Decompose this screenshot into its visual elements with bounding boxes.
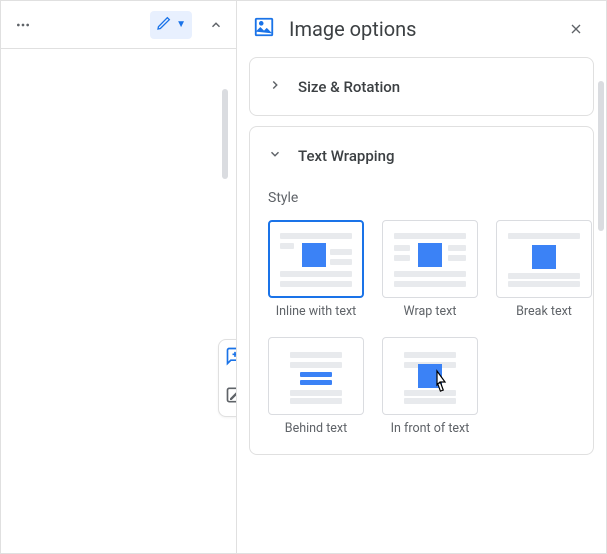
caret-down-icon: ▼	[176, 19, 186, 30]
document-canvas[interactable]	[1, 49, 236, 553]
image-options-panel: Image options Size & Rotation Text Wrapp…	[236, 1, 606, 553]
section-text-wrapping-header[interactable]: Text Wrapping	[250, 127, 593, 184]
wrap-thumb-front	[382, 337, 478, 415]
wrap-option-behind[interactable]: Behind text	[268, 337, 364, 436]
section-label: Text Wrapping	[298, 147, 394, 165]
chevron-down-icon	[268, 145, 282, 166]
pencil-icon	[156, 15, 172, 35]
panel-header: Image options	[237, 1, 606, 57]
section-size-rotation[interactable]: Size & Rotation	[249, 57, 594, 116]
section-text-wrapping: Text Wrapping Style	[249, 126, 594, 455]
wrap-option-break[interactable]: Break text	[496, 220, 592, 319]
wrap-option-label: Behind text	[285, 421, 347, 436]
more-icon[interactable]	[9, 11, 37, 39]
panel-scrollbar[interactable]	[598, 81, 604, 231]
wrap-option-label: Wrap text	[404, 304, 457, 319]
chevron-right-icon	[268, 76, 282, 97]
wrap-thumb-behind	[268, 337, 364, 415]
toolbar: ▼	[1, 1, 236, 49]
wrap-thumb-wrap	[382, 220, 478, 298]
wrap-option-label: Inline with text	[276, 304, 357, 319]
wrap-option-label: Break text	[516, 304, 572, 319]
section-label: Size & Rotation	[298, 78, 400, 96]
image-icon	[253, 16, 275, 42]
scrollbar[interactable]	[222, 89, 228, 179]
collapse-toolbar-button[interactable]	[200, 9, 232, 41]
style-heading: Style	[268, 190, 575, 206]
wrap-option-front[interactable]: In front of text	[382, 337, 478, 436]
wrap-thumb-inline	[268, 220, 364, 298]
wrap-option-wrap[interactable]: Wrap text	[382, 220, 478, 319]
panel-sections: Size & Rotation Text Wrapping Style	[237, 57, 606, 477]
wrap-style-grid: Inline with text	[268, 220, 575, 436]
wrap-option-inline[interactable]: Inline with text	[268, 220, 364, 319]
wrap-option-label: In front of text	[391, 421, 470, 436]
wrap-thumb-break	[496, 220, 592, 298]
close-panel-button[interactable]	[562, 15, 590, 43]
panel-title: Image options	[289, 17, 548, 41]
edit-mode-button[interactable]: ▼	[150, 11, 192, 39]
